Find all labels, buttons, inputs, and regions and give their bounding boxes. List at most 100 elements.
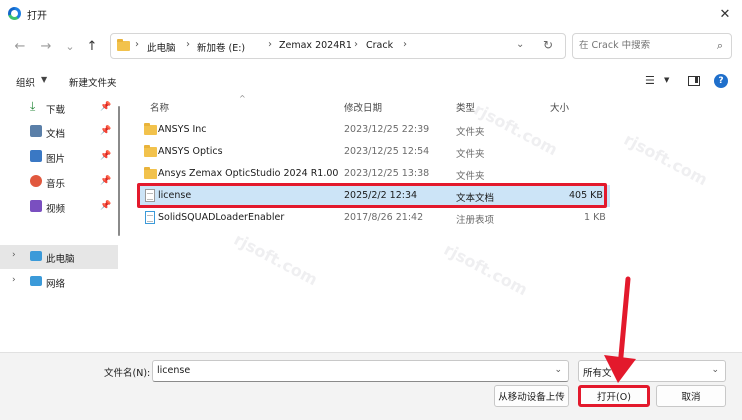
music-icon — [30, 175, 42, 187]
sidebar-item-videos[interactable]: 视频 📌 — [0, 195, 118, 219]
breadcrumb-crack[interactable]: Crack — [366, 40, 393, 51]
file-type: 文件夹 — [456, 149, 485, 160]
file-name: ANSYS Optics — [158, 146, 223, 157]
pin-icon: 📌 — [100, 176, 112, 186]
sidebar-item-label: 图片 — [46, 154, 66, 165]
sidebar-item-label: 音乐 — [46, 179, 66, 190]
search-box[interactable]: ⌕ — [572, 33, 732, 59]
sidebar-item-documents[interactable]: 文档 📌 — [0, 120, 118, 144]
sidebar-item-label: 网络 — [46, 279, 66, 290]
file-type: 文件夹 — [456, 171, 485, 182]
file-modified: 2023/12/25 13:38 — [344, 168, 430, 179]
file-row[interactable]: SolidSQUADLoaderEnabler 2017/8/26 21:42 … — [138, 207, 610, 229]
download-icon: ⤓ — [30, 99, 36, 113]
chevron-down-icon[interactable]: ⌄ — [554, 365, 562, 375]
sort-ascending-icon: ^ — [239, 94, 246, 103]
chevron-right-icon: › — [135, 39, 139, 50]
file-modified: 2017/8/26 21:42 — [344, 212, 424, 223]
chevron-right-icon: › — [268, 39, 272, 50]
search-icon[interactable]: ⌕ — [717, 39, 723, 53]
window-title: 打开 — [27, 11, 47, 22]
registry-file-icon — [145, 211, 155, 224]
address-history-dropdown[interactable]: ⌄ — [516, 39, 524, 50]
pin-icon: 📌 — [100, 102, 112, 112]
file-name: Ansys Zemax OpticStudio 2024 R1.00 — [158, 168, 339, 179]
chevron-right-icon: › — [354, 39, 358, 50]
breadcrumb-this-pc[interactable]: 此电脑 — [147, 40, 176, 54]
file-name: SolidSQUADLoaderEnabler — [158, 212, 285, 223]
navigation-pane: ⤓ 下载 📌 文档 📌 图片 📌 音乐 📌 视频 📌 › 此电脑 › 网络 — [0, 96, 124, 352]
filename-combobox[interactable]: ⌄ — [152, 360, 569, 382]
file-type: 文件夹 — [456, 127, 485, 138]
breadcrumb-drive-e[interactable]: 新加卷 (E:) — [197, 40, 245, 54]
column-header-type[interactable]: 类型 — [456, 100, 475, 114]
file-size: 1 KB — [584, 212, 606, 223]
folder-icon — [117, 39, 130, 51]
pin-icon: 📌 — [100, 201, 112, 211]
column-header-modified[interactable]: 修改日期 — [344, 100, 382, 114]
folder-icon — [144, 123, 157, 135]
red-highlight-box — [137, 183, 607, 208]
back-button[interactable]: ← — [12, 38, 28, 54]
upload-from-mobile-button[interactable]: 从移动设备上传 — [494, 385, 569, 407]
close-button[interactable]: ✕ — [714, 4, 736, 24]
refresh-icon[interactable]: ↻ — [543, 38, 553, 52]
documents-icon — [30, 125, 42, 137]
videos-icon — [30, 200, 42, 212]
command-bar: 组织 ▼ 新建文件夹 ☰ ▼ ? — [0, 66, 742, 96]
search-input[interactable] — [579, 40, 699, 51]
sidebar-item-network[interactable]: › 网络 — [0, 270, 118, 294]
file-row[interactable]: Ansys Zemax OpticStudio 2024 R1.00 2023/… — [138, 163, 610, 185]
expand-chevron-icon[interactable]: › — [12, 275, 16, 285]
open-button[interactable]: 打开(O) — [578, 385, 650, 407]
organize-menu[interactable]: 组织 — [16, 75, 35, 89]
breadcrumb-zemax[interactable]: Zemax 2024R1 — [279, 40, 352, 51]
pin-icon: 📌 — [100, 151, 112, 161]
app-icon — [8, 7, 21, 20]
chevron-right-icon: › — [403, 39, 407, 50]
file-row[interactable]: ANSYS Optics 2023/12/25 12:54 文件夹 — [138, 141, 610, 163]
help-icon[interactable]: ? — [714, 74, 728, 88]
file-modified: 2023/12/25 22:39 — [344, 124, 430, 135]
file-modified: 2023/12/25 12:54 — [344, 146, 430, 157]
title-bar: 打开 ✕ — [0, 0, 742, 28]
recent-locations-dropdown[interactable]: ⌄ — [62, 38, 78, 54]
chevron-right-icon: › — [186, 39, 190, 50]
sidebar-item-music[interactable]: 音乐 📌 — [0, 170, 118, 194]
column-header-name[interactable]: 名称 — [150, 100, 169, 114]
forward-button[interactable]: → — [38, 38, 54, 54]
sidebar-item-label: 文档 — [46, 129, 66, 140]
folder-icon — [144, 167, 157, 179]
network-icon — [30, 276, 42, 286]
column-header-size[interactable]: 大小 — [550, 100, 569, 114]
sidebar-item-label: 下载 — [46, 105, 66, 116]
sidebar-item-downloads[interactable]: ⤓ 下载 📌 — [0, 96, 118, 120]
pictures-icon — [30, 150, 42, 162]
file-row[interactable]: ANSYS Inc 2023/12/25 22:39 文件夹 — [138, 119, 610, 141]
close-icon: ✕ — [719, 6, 731, 22]
sidebar-scrollbar[interactable] — [118, 106, 120, 236]
computer-icon — [30, 251, 42, 261]
red-annotation-arrow — [604, 276, 636, 383]
filename-label: 文件名(N): — [104, 368, 151, 379]
filename-input[interactable] — [157, 365, 537, 376]
new-folder-button[interactable]: 新建文件夹 — [69, 75, 117, 89]
sidebar-item-this-pc[interactable]: › 此电脑 — [0, 245, 118, 269]
address-bar[interactable]: › 此电脑 › 新加卷 (E:) › Zemax 2024R1 › Crack … — [110, 33, 566, 59]
caret-down-icon[interactable]: ▼ — [664, 76, 669, 84]
caret-down-icon[interactable]: ▼ — [41, 75, 47, 84]
file-type: 注册表项 — [456, 215, 495, 226]
file-name: ANSYS Inc — [158, 124, 207, 135]
navigation-bar: ← → ⌄ ↑ › 此电脑 › 新加卷 (E:) › Zemax 2024R1 … — [0, 28, 742, 66]
up-button[interactable]: ↑ — [84, 38, 100, 54]
folder-icon — [144, 145, 157, 157]
sidebar-item-pictures[interactable]: 图片 📌 — [0, 145, 118, 169]
preview-pane-icon[interactable] — [688, 76, 700, 86]
pin-icon: 📌 — [100, 126, 112, 136]
chevron-down-icon[interactable]: ⌄ — [711, 365, 719, 375]
view-options-icon[interactable]: ☰ — [645, 74, 655, 87]
sidebar-item-label: 此电脑 — [46, 254, 75, 265]
expand-chevron-icon[interactable]: › — [12, 250, 16, 260]
cancel-button[interactable]: 取消 — [656, 385, 726, 407]
sidebar-item-label: 视频 — [46, 204, 66, 215]
